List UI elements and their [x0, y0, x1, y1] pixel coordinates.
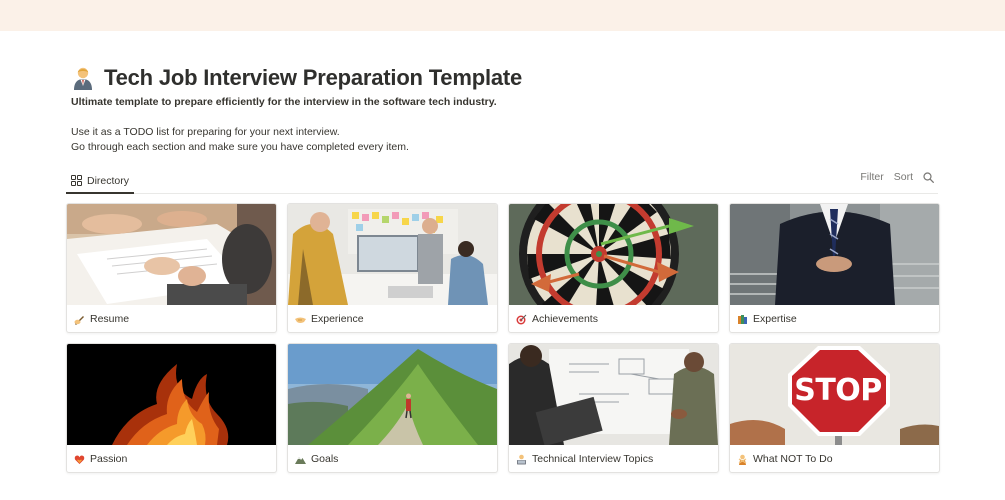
stop-sign-lettering: STOP	[794, 373, 882, 408]
page-subtitle: Ultimate template to prepare efficiently…	[71, 96, 497, 108]
card-title: What NOT To Do	[737, 453, 833, 465]
card-title: Expertise	[737, 313, 797, 325]
card-cover-image	[509, 344, 718, 445]
handshake-icon	[295, 317, 306, 323]
heart-on-fire-icon	[74, 455, 85, 464]
card-cover-image	[288, 204, 497, 305]
filter-button[interactable]: Filter	[860, 171, 883, 183]
gallery-card-resume[interactable]: Resume	[66, 203, 277, 333]
tab-directory[interactable]: Directory	[66, 169, 135, 194]
card-label: What NOT To Do	[753, 453, 833, 465]
page-title-row: Tech Job Interview Preparation Template	[70, 65, 522, 91]
card-label: Expertise	[753, 313, 797, 325]
gallery-card-achievements[interactable]: Achievements	[508, 203, 719, 333]
sort-button[interactable]: Sort	[894, 171, 913, 183]
description-line: Go through each section and make sure yo…	[71, 141, 409, 153]
gallery-card-what-not-to-do[interactable]: STOP What NOT To Do	[729, 343, 940, 473]
gallery-card-technical-interview-topics[interactable]: Technical Interview Topics	[508, 343, 719, 473]
books-icon	[738, 314, 747, 324]
card-title: Experience	[295, 313, 364, 325]
mountain-icon	[295, 456, 306, 464]
card-label: Achievements	[532, 313, 598, 325]
page-title: Tech Job Interview Preparation Template	[104, 65, 523, 90]
technologist-icon	[517, 454, 526, 464]
card-cover-image	[67, 204, 276, 305]
card-title: Passion	[74, 453, 127, 465]
database-view-bar: Directory Filter Sort	[66, 169, 938, 194]
card-label: Experience	[311, 313, 364, 325]
writing-hand-icon	[74, 315, 84, 325]
card-cover-image	[509, 204, 718, 305]
gallery-card-experience[interactable]: Experience	[287, 203, 498, 333]
view-tools: Filter Sort	[860, 171, 934, 183]
card-label: Goals	[311, 453, 339, 465]
gallery-grid-icon	[71, 175, 82, 186]
card-cover-image: STOP	[730, 344, 939, 445]
bullseye-dart-icon	[516, 314, 527, 324]
page-content: Tech Job Interview Preparation Template …	[0, 31, 1005, 500]
tab-label: Directory	[87, 174, 130, 187]
gallery-card-passion[interactable]: Passion	[66, 343, 277, 473]
card-label: Resume	[90, 313, 130, 325]
page-cover	[0, 0, 1005, 31]
gallery-card-expertise[interactable]: Expertise	[729, 203, 940, 333]
card-cover-image	[730, 204, 939, 305]
card-cover-image	[288, 344, 497, 445]
card-cover-image	[67, 344, 276, 445]
person-gesturing-no-icon	[738, 454, 747, 465]
card-title: Technical Interview Topics	[516, 453, 653, 465]
card-label: Passion	[90, 453, 128, 465]
card-title: Goals	[295, 453, 338, 465]
card-title: Achievements	[516, 313, 598, 325]
search-icon[interactable]	[923, 171, 934, 183]
card-title: Resume	[74, 313, 129, 325]
description-line: Use it as a TODO list for preparing for …	[71, 126, 340, 138]
card-label: Technical Interview Topics	[532, 453, 654, 465]
gallery-card-goals[interactable]: Goals	[287, 343, 498, 473]
person-in-suit-icon	[74, 67, 92, 90]
